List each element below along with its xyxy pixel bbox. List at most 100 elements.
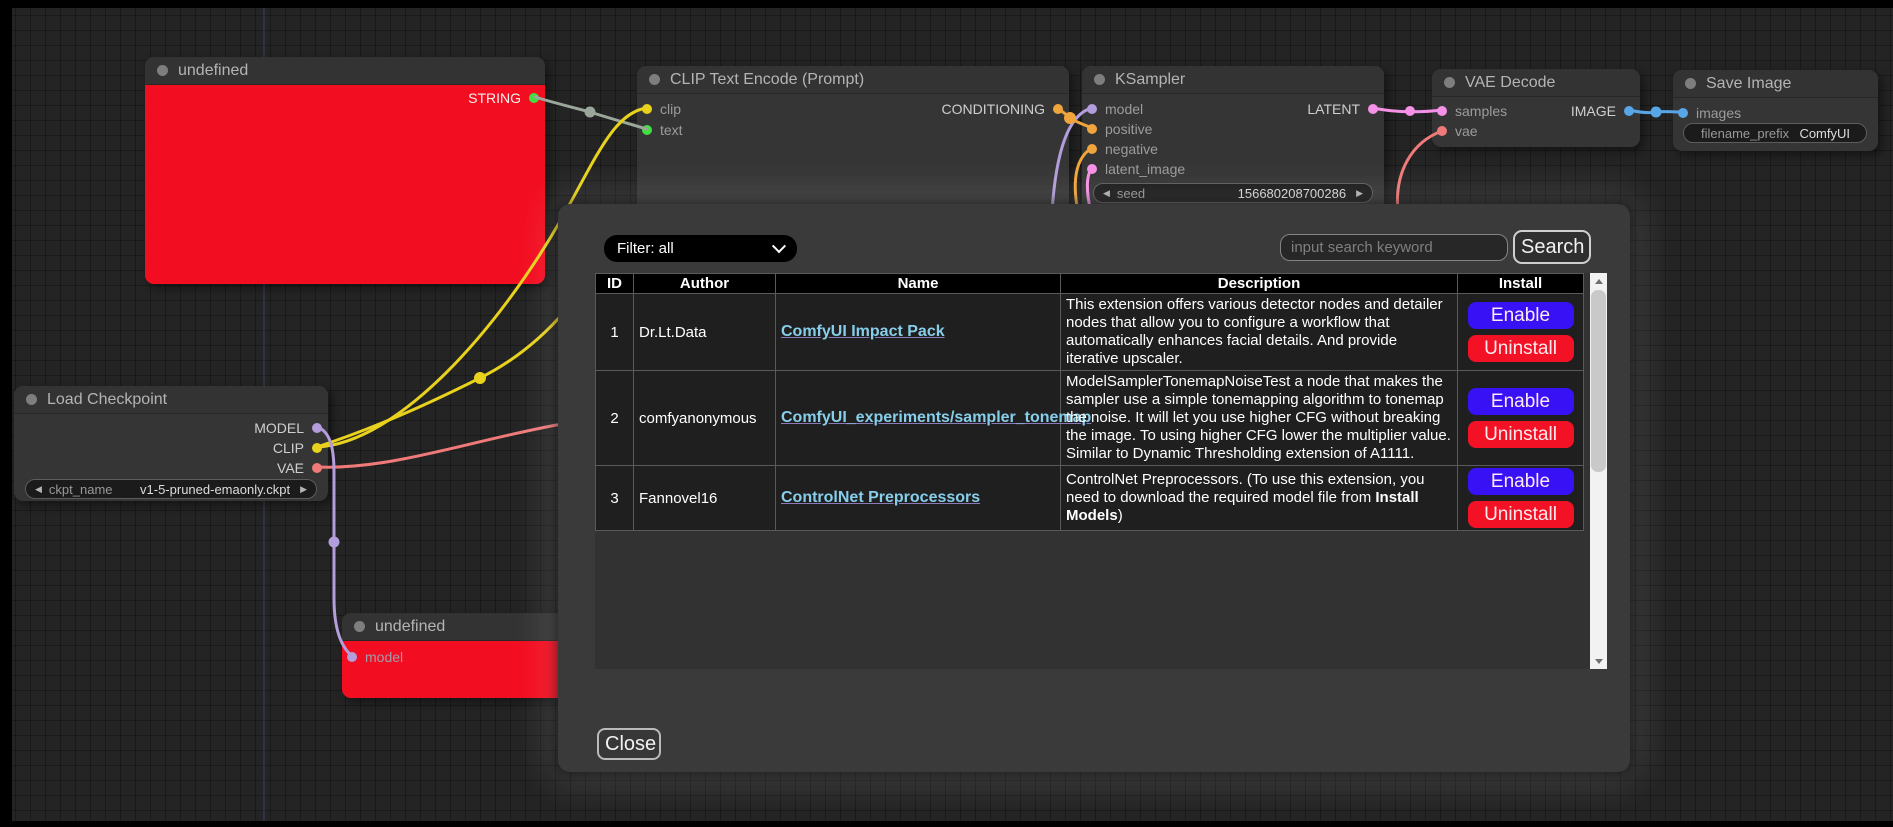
conditioning-port-dot-icon[interactable] — [1087, 124, 1097, 134]
decrement-arrow-icon[interactable]: ◀ — [1103, 188, 1110, 199]
uninstall-button[interactable]: Uninstall — [1468, 335, 1574, 362]
scroll-up-button[interactable] — [1590, 273, 1607, 289]
input-port-images[interactable]: images — [1678, 104, 1741, 121]
cell-description: ControlNet Preprocessors. (To use this e… — [1061, 466, 1458, 531]
cell-install: Enable Uninstall — [1458, 294, 1584, 371]
seed-widget[interactable]: ◀ seed 156680208700286 ▶ — [1093, 183, 1373, 203]
canvas-edge — [0, 0, 1893, 8]
node-collapse-dot-icon[interactable] — [157, 65, 168, 76]
output-port-vae[interactable]: VAE — [277, 459, 322, 476]
extension-link[interactable]: ComfyUI Impact Pack — [781, 323, 945, 340]
node-title-bar[interactable]: KSampler — [1082, 66, 1384, 94]
node-collapse-dot-icon[interactable] — [649, 74, 660, 85]
prev-arrow-icon[interactable]: ◀ — [35, 484, 42, 495]
node-title-bar[interactable]: Save Image — [1673, 70, 1878, 98]
node-load-checkpoint[interactable]: Load Checkpoint MODEL CLIP VAE ◀ ckpt_na… — [14, 386, 328, 501]
ckpt-name-widget[interactable]: ◀ ckpt_name v1-5-pruned-emaonly.ckpt ▶ — [25, 479, 317, 499]
input-port-clip[interactable]: clip — [642, 100, 681, 117]
scroll-down-arrow-icon — [1595, 659, 1603, 664]
close-button[interactable]: Close — [597, 728, 661, 760]
node-collapse-dot-icon[interactable] — [354, 621, 365, 632]
scroll-down-button[interactable] — [1590, 653, 1607, 669]
cell-name: ControlNet Preprocessors — [776, 466, 1061, 531]
input-port-model[interactable]: model — [1087, 100, 1143, 117]
extension-link[interactable]: ComfyUI_experiments/sampler_tonemap — [781, 409, 1091, 426]
node-save-image[interactable]: Save Image images filename_prefix ComfyU… — [1673, 70, 1878, 151]
output-port-model[interactable]: MODEL — [254, 419, 322, 436]
next-arrow-icon[interactable]: ▶ — [300, 484, 307, 495]
col-header-name: Name — [776, 274, 1061, 294]
output-port-string[interactable]: STRING — [468, 89, 539, 106]
search-input[interactable] — [1280, 234, 1508, 261]
enable-button[interactable]: Enable — [1468, 468, 1574, 495]
scroll-up-arrow-icon — [1595, 279, 1603, 284]
widget-value: ComfyUI — [1799, 126, 1850, 141]
input-port-samples[interactable]: samples — [1437, 102, 1507, 119]
output-port-latent[interactable]: LATENT — [1307, 100, 1378, 117]
cell-name: ComfyUI_experiments/sampler_tonemap — [776, 371, 1061, 466]
col-header-install: Install — [1458, 274, 1584, 294]
model-port-dot-icon[interactable] — [347, 652, 357, 662]
output-port-image[interactable]: IMAGE — [1571, 102, 1634, 119]
widget-name: filename_prefix — [1701, 126, 1789, 141]
image-port-dot-icon[interactable] — [1678, 108, 1688, 118]
node-ksampler[interactable]: KSampler model positive negative latent_… — [1082, 66, 1384, 226]
node-title-bar[interactable]: undefined — [342, 613, 582, 641]
table-scrollbar[interactable] — [1590, 273, 1607, 669]
conditioning-port-dot-icon[interactable] — [1087, 144, 1097, 154]
uninstall-button[interactable]: Uninstall — [1468, 421, 1574, 448]
string-port-dot-icon[interactable] — [642, 125, 652, 135]
cell-description: This extension offers various detector n… — [1061, 294, 1458, 371]
node-title-bar[interactable]: undefined — [145, 57, 545, 85]
string-port-dot-icon[interactable] — [529, 93, 539, 103]
model-port-dot-icon[interactable] — [312, 423, 322, 433]
scrollbar-thumb[interactable] — [1591, 290, 1606, 472]
search-button[interactable]: Search — [1513, 230, 1591, 264]
cell-id: 2 — [596, 371, 634, 466]
input-port-negative[interactable]: negative — [1087, 140, 1158, 157]
enable-button[interactable]: Enable — [1468, 388, 1574, 415]
latent-port-dot-icon[interactable] — [1087, 164, 1097, 174]
extension-link[interactable]: ControlNet Preprocessors — [781, 489, 980, 506]
latent-port-dot-icon[interactable] — [1368, 104, 1378, 114]
canvas-edge — [0, 0, 12, 827]
clip-port-dot-icon[interactable] — [312, 443, 322, 453]
table-header-row: ID Author Name Description Install — [596, 274, 1584, 294]
input-port-latent-image[interactable]: latent_image — [1087, 160, 1185, 177]
output-port-clip[interactable]: CLIP — [273, 439, 322, 456]
filename-prefix-widget[interactable]: filename_prefix ComfyUI — [1683, 123, 1867, 143]
comfyui-canvas[interactable]: undefined STRING CLIP Text Encode (Promp… — [0, 0, 1893, 827]
node-collapse-dot-icon[interactable] — [1685, 78, 1696, 89]
node-collapse-dot-icon[interactable] — [26, 394, 37, 405]
image-port-dot-icon[interactable] — [1624, 106, 1634, 116]
vae-port-dot-icon[interactable] — [1437, 126, 1447, 136]
widget-value: v1-5-pruned-emaonly.ckpt — [140, 482, 290, 497]
latent-port-dot-icon[interactable] — [1437, 106, 1447, 116]
node-collapse-dot-icon[interactable] — [1094, 74, 1105, 85]
vae-port-dot-icon[interactable] — [312, 463, 322, 473]
input-port-model[interactable]: model — [347, 648, 403, 665]
increment-arrow-icon[interactable]: ▶ — [1356, 188, 1363, 199]
node-title-bar[interactable]: VAE Decode — [1432, 69, 1640, 97]
uninstall-button[interactable]: Uninstall — [1468, 501, 1574, 528]
model-port-dot-icon[interactable] — [1087, 104, 1097, 114]
widget-name: ckpt_name — [49, 482, 113, 497]
enable-button[interactable]: Enable — [1468, 302, 1574, 329]
node-undefined-top[interactable]: undefined STRING — [145, 57, 545, 284]
filter-value: Filter: all — [617, 240, 674, 257]
cell-id: 1 — [596, 294, 634, 371]
output-port-conditioning[interactable]: CONDITIONING — [942, 100, 1063, 117]
node-title-bar[interactable]: CLIP Text Encode (Prompt) — [637, 66, 1069, 94]
node-body-error — [145, 85, 545, 284]
clip-port-dot-icon[interactable] — [642, 104, 652, 114]
node-title-bar[interactable]: Load Checkpoint — [14, 386, 328, 414]
filter-select[interactable]: Filter: all — [604, 235, 797, 262]
input-port-text[interactable]: text — [642, 121, 683, 138]
input-port-positive[interactable]: positive — [1087, 120, 1152, 137]
node-vae-decode[interactable]: VAE Decode samples vae IMAGE — [1432, 69, 1640, 147]
node-collapse-dot-icon[interactable] — [1444, 77, 1455, 88]
conditioning-port-dot-icon[interactable] — [1053, 104, 1063, 114]
node-undefined-bottom[interactable]: undefined model — [342, 613, 582, 698]
input-port-vae[interactable]: vae — [1437, 122, 1478, 139]
widget-value: 156680208700286 — [1238, 186, 1346, 201]
